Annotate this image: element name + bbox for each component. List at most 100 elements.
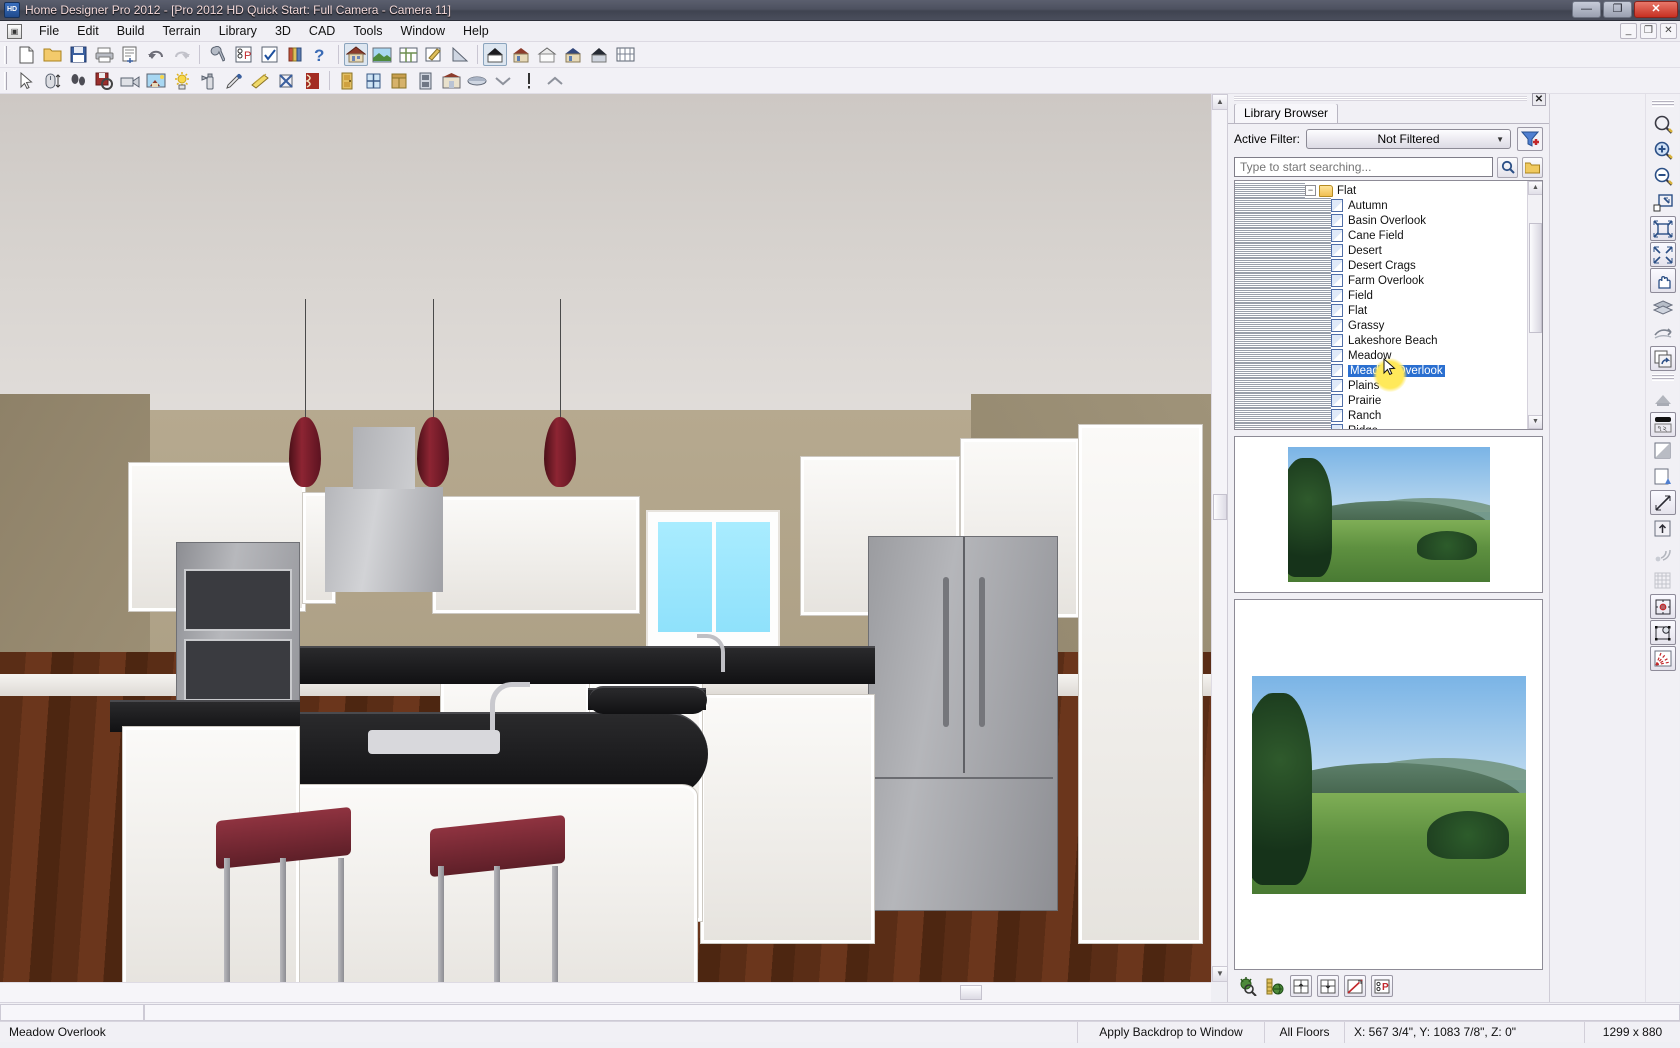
library-tree[interactable]: − Flat Autumn Basin Overlook Cane Field (1234, 180, 1543, 430)
tree-item-ridge[interactable]: Ridge (1235, 423, 1527, 429)
pan-window-icon[interactable] (1650, 268, 1676, 293)
eyedropper-icon[interactable] (222, 69, 246, 92)
library-panel-close-button[interactable]: ✕ (1532, 93, 1546, 106)
sun-angle-icon[interactable] (170, 69, 194, 92)
fill-window-icon[interactable] (1650, 190, 1676, 215)
floor-4-icon[interactable] (587, 43, 611, 66)
camera-viewport[interactable]: ▲ ▼ (0, 94, 1228, 1002)
backdrop-icon[interactable] (370, 43, 394, 66)
zoom-icon[interactable] (1650, 112, 1676, 137)
tree-item-cane-field[interactable]: Cane Field (1235, 228, 1527, 243)
zoom-in-icon[interactable] (1650, 138, 1676, 163)
floor-2-icon[interactable] (535, 43, 559, 66)
zoom-out-icon[interactable] (1650, 164, 1676, 189)
color-on-off-icon[interactable]: ৭২ (1650, 412, 1676, 437)
window-icon[interactable] (361, 69, 385, 92)
plan-view-icon[interactable] (396, 43, 420, 66)
kitchen-3d-scene[interactable] (0, 94, 1211, 982)
floor-0-icon[interactable] (483, 43, 507, 66)
print-preview-icon[interactable] (118, 43, 142, 66)
pantry-cabinet[interactable] (1078, 424, 1203, 944)
toolbar-grip[interactable] (3, 72, 10, 90)
soffit-icon[interactable] (465, 69, 489, 92)
marker-icon[interactable] (66, 69, 90, 92)
floor-3-icon[interactable] (561, 43, 585, 66)
tree-item-basin-overlook[interactable]: Basin Overlook (1235, 213, 1527, 228)
tree-node-flat-root[interactable]: − Flat (1235, 183, 1527, 198)
chevron-down-icon[interactable] (491, 69, 515, 92)
expander-icon[interactable]: − (1305, 185, 1316, 196)
tree-item-lakeshore-beach[interactable]: Lakeshore Beach (1235, 333, 1527, 348)
document-minimize-button[interactable]: _ (1620, 23, 1637, 39)
library-panel-gripbar[interactable]: ✕ (1228, 94, 1549, 104)
layers-icon[interactable] (1650, 294, 1676, 319)
secondary-island-counter[interactable] (589, 686, 707, 714)
exclamation-icon[interactable] (517, 69, 541, 92)
redo-icon[interactable] (170, 43, 194, 66)
tree-item-flat[interactable]: Flat (1235, 303, 1527, 318)
status-field-2[interactable] (144, 1004, 1680, 1021)
camera-icon[interactable] (118, 69, 142, 92)
undo-zoom-icon[interactable] (1650, 346, 1676, 371)
open-file-icon[interactable] (40, 43, 64, 66)
toolbar-grip[interactable] (1652, 100, 1674, 107)
room-icon[interactable] (439, 69, 463, 92)
scroll-down-arrow[interactable]: ▼ (1212, 966, 1228, 982)
menu-item-file[interactable]: File (30, 22, 68, 40)
status-field-1[interactable] (0, 1004, 144, 1021)
tree-scroll-up-arrow[interactable]: ▲ (1528, 181, 1543, 195)
base-cabinet-run[interactable] (700, 694, 875, 944)
wall-oven[interactable] (176, 542, 300, 712)
tree-item-ranch[interactable]: Ranch (1235, 408, 1527, 423)
elevation-icon[interactable] (448, 43, 472, 66)
menu-item-cad[interactable]: CAD (300, 22, 344, 40)
tree-item-farm-overlook[interactable]: Farm Overlook (1235, 273, 1527, 288)
select-objects-icon[interactable] (14, 69, 38, 92)
menu-item-library[interactable]: Library (210, 22, 266, 40)
cabinet-icon[interactable] (387, 69, 411, 92)
range-hood[interactable] (325, 487, 443, 592)
horizontal-scroll-thumb[interactable] (960, 985, 982, 1000)
viewport-horizontal-scrollbar[interactable] (0, 982, 1211, 1002)
properties-icon[interactable]: P (1371, 975, 1393, 997)
document-close-button[interactable]: ✕ (1660, 23, 1677, 39)
search-icon[interactable] (1497, 157, 1518, 178)
tree-item-desert[interactable]: Desert (1235, 243, 1527, 258)
swap-icon[interactable] (1650, 320, 1676, 345)
toolbar-grip[interactable] (1652, 374, 1674, 381)
material-paint-icon[interactable] (248, 69, 272, 92)
library-search-icon[interactable] (1236, 975, 1258, 997)
refrigerator[interactable] (868, 536, 1058, 911)
panel-bottom-icon[interactable] (1317, 975, 1339, 997)
door-icon[interactable] (335, 69, 359, 92)
preferences-icon[interactable] (205, 43, 229, 66)
menu-item-tools[interactable]: Tools (344, 22, 391, 40)
tree-item-desert-crags[interactable]: Desert Crags (1235, 258, 1527, 273)
menu-item-build[interactable]: Build (108, 22, 154, 40)
grid-snaps-icon[interactable] (1650, 568, 1676, 593)
tab-library-browser[interactable]: Library Browser (1234, 103, 1338, 123)
document-icon[interactable]: ▣ (7, 24, 22, 39)
help-icon[interactable]: ? (309, 43, 333, 66)
menu-item-terrain[interactable]: Terrain (154, 22, 210, 40)
scroll-up-arrow[interactable]: ▲ (1212, 94, 1228, 110)
vertical-scroll-thumb[interactable] (1213, 494, 1227, 520)
chevron-up-icon[interactable] (543, 69, 567, 92)
floor-5-icon[interactable] (613, 43, 637, 66)
spray-icon[interactable] (196, 69, 220, 92)
angle-snaps-icon[interactable] (1650, 620, 1676, 645)
floor-1-icon[interactable] (509, 43, 533, 66)
menu-item-edit[interactable]: Edit (68, 22, 108, 40)
menu-item-help[interactable]: Help (454, 22, 498, 40)
document-restore-button[interactable]: ❐ (1640, 23, 1657, 39)
cad-detail-icon[interactable] (422, 43, 446, 66)
island-sink[interactable] (368, 730, 500, 754)
panel-top-icon[interactable] (1290, 975, 1312, 997)
tree-scroll-down-arrow[interactable]: ▼ (1528, 415, 1543, 429)
zoom-extents-icon[interactable] (1650, 242, 1676, 267)
upper-cabinet-center[interactable] (432, 496, 640, 614)
maximize-button[interactable]: ❐ (1603, 1, 1632, 18)
dimension-icon[interactable] (1650, 490, 1676, 515)
library-browser-icon[interactable] (283, 43, 307, 66)
save-file-icon[interactable] (66, 43, 90, 66)
